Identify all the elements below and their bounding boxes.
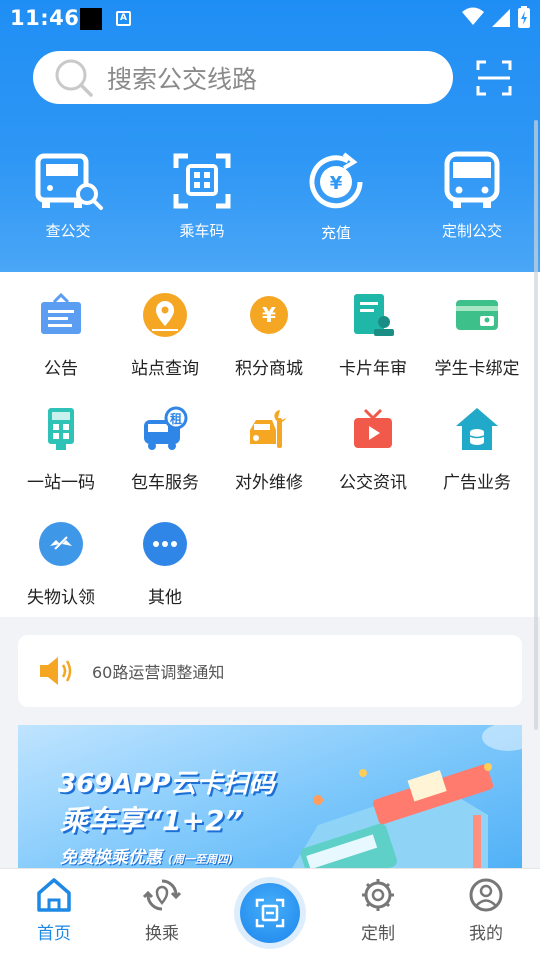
search-icon <box>55 59 93 97</box>
home-icon <box>37 878 71 912</box>
grid-item-station-code[interactable]: 一站一码 <box>9 406 113 493</box>
status-bar: 11:46 A <box>0 0 540 36</box>
charter-bus-icon: 租 <box>144 406 188 450</box>
yuan-coin-icon: ¥ <box>250 296 288 334</box>
profile-icon <box>469 878 503 912</box>
tab-home[interactable]: 首页 <box>14 877 94 944</box>
header: 11:46 A 搜索公交线路 查公交 乘车码 ¥ 充值 定制公交 <box>0 0 540 272</box>
grid-label: 其他 <box>148 588 182 608</box>
quick-label: 定制公交 <box>441 222 502 240</box>
quick-recharge[interactable]: ¥ 充值 <box>286 150 386 243</box>
speaker-icon <box>40 657 72 685</box>
notice-bar[interactable]: 60路运营调整通知 <box>18 635 522 707</box>
grid-item-points-mall[interactable]: ¥ 积分商城 <box>217 292 321 379</box>
ad-house-icon <box>456 408 498 450</box>
svg-text:¥: ¥ <box>330 173 343 194</box>
transfer-icon <box>143 879 181 911</box>
promo-banner[interactable]: 369APP云卡扫码 乘车享“1+2” 免费换乘优惠 (周一至周四) <box>18 725 522 875</box>
quick-label: 充值 <box>320 224 351 242</box>
map-pin-icon <box>143 293 187 337</box>
grid-item-repair[interactable]: 对外维修 <box>217 406 321 493</box>
grid-label: 失物认领 <box>27 588 95 608</box>
yuan-recharge-icon: ¥ <box>309 152 363 209</box>
scan-icon[interactable] <box>474 58 514 98</box>
svg-text:¥: ¥ <box>262 303 276 327</box>
quick-custom-bus[interactable]: 定制公交 <box>422 150 522 241</box>
tab-label: 定制 <box>361 924 395 944</box>
banner-line3-text: 免费换乘优惠 <box>60 848 162 868</box>
tab-label: 换乘 <box>145 924 179 944</box>
grid-item-lost-found[interactable]: 失物认领 <box>9 521 113 608</box>
notice-board-icon <box>41 292 81 334</box>
battery-icon <box>518 6 530 28</box>
grid-item-bus-news[interactable]: 公交资讯 <box>321 406 425 493</box>
grid-label: 公交资讯 <box>339 473 407 493</box>
quick-bus-search[interactable]: 查公交 <box>18 150 118 241</box>
quick-ride-code[interactable]: 乘车码 <box>152 150 252 241</box>
grid-label: 包车服务 <box>131 473 199 493</box>
student-card-icon <box>456 300 498 330</box>
custom-icon <box>362 879 394 911</box>
tab-transfer[interactable]: 换乘 <box>122 877 202 944</box>
search-bar[interactable]: 搜索公交线路 <box>33 51 453 104</box>
service-grid: 公告 站点查询 ¥ 积分商城 卡片年审 学生卡绑定 一站一码 租 包车服务 对外… <box>0 272 540 617</box>
grid-label: 积分商城 <box>235 359 303 379</box>
tab-custom[interactable]: 定制 <box>338 877 418 944</box>
quick-label: 查公交 <box>45 222 91 240</box>
grid-label: 公告 <box>44 359 78 379</box>
grid-item-charter[interactable]: 租 包车服务 <box>113 406 217 493</box>
repair-icon <box>250 410 286 448</box>
grid-item-student-card[interactable]: 学生卡绑定 <box>425 292 529 379</box>
grid-item-other[interactable]: 其他 <box>113 521 217 608</box>
quick-actions: 查公交 乘车码 ¥ 充值 定制公交 <box>0 150 540 250</box>
grid-item-card-review[interactable]: 卡片年审 <box>321 292 425 379</box>
bus-icon <box>444 151 500 208</box>
grid-label: 一站一码 <box>27 473 95 493</box>
grid-item-ads[interactable]: 广告业务 <box>425 406 529 493</box>
banner-line3-note: (周一至周四) <box>167 853 233 866</box>
tab-label: 我的 <box>469 924 503 944</box>
lost-found-icon <box>39 522 83 566</box>
grid-label: 站点查询 <box>131 359 199 379</box>
grid-item-notice[interactable]: 公告 <box>9 292 113 379</box>
more-icon <box>143 522 187 566</box>
wifi-icon <box>462 7 484 25</box>
grid-label: 学生卡绑定 <box>434 359 520 379</box>
scrollbar[interactable] <box>534 120 538 730</box>
banner-line3: 免费换乘优惠 (周一至周四) <box>60 843 233 868</box>
signal-icon <box>492 9 510 27</box>
bus-search-icon <box>35 153 103 210</box>
notice-text: 60路运营调整通知 <box>92 663 225 682</box>
grid-label: 卡片年审 <box>339 359 407 379</box>
quick-label: 乘车码 <box>179 222 225 240</box>
scan-code-icon <box>255 898 285 928</box>
qr-ride-icon <box>173 153 231 209</box>
status-time: 11:46 <box>10 6 80 30</box>
banner-line1: 369APP云卡扫码 <box>58 769 275 799</box>
grid-label: 广告业务 <box>443 473 511 493</box>
card-review-icon <box>354 294 394 336</box>
app-notification-icon: A <box>116 11 131 26</box>
scan-ride-button[interactable] <box>240 883 300 943</box>
grid-label: 对外维修 <box>235 473 303 493</box>
charter-badge: 租 <box>170 412 182 426</box>
station-code-icon <box>48 408 74 450</box>
banner-line2: 乘车享“1+2” <box>60 804 243 837</box>
search-placeholder: 搜索公交线路 <box>107 64 258 94</box>
notification-icon <box>80 8 102 30</box>
tab-profile[interactable]: 我的 <box>446 877 526 944</box>
tab-label: 首页 <box>37 924 71 944</box>
grid-item-station[interactable]: 站点查询 <box>113 292 217 379</box>
tv-news-icon <box>354 408 392 448</box>
